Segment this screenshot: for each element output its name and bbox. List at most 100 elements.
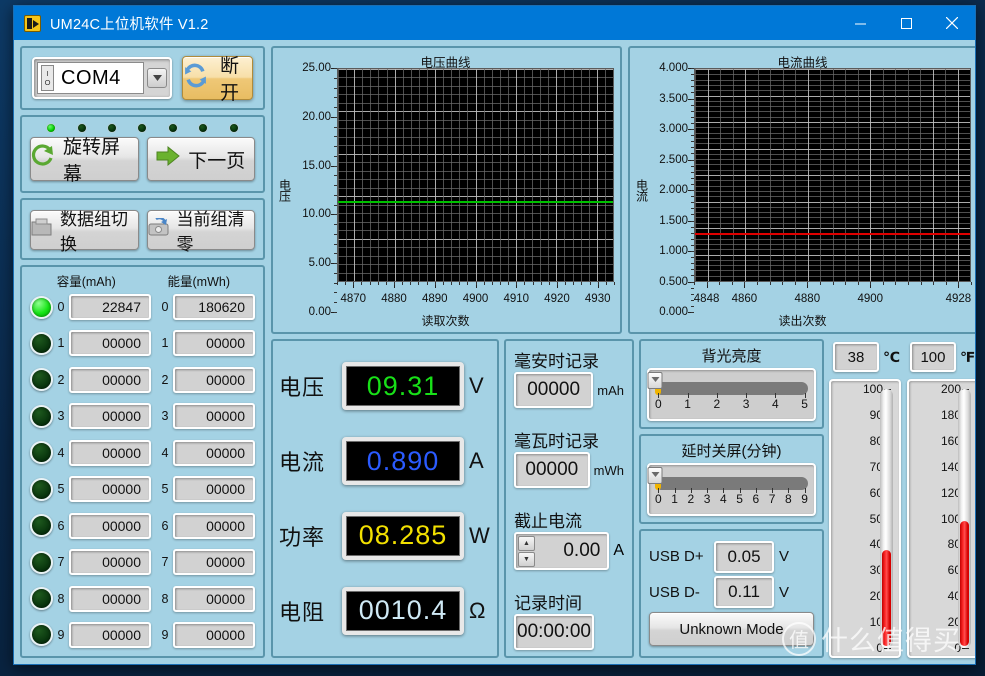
navigation-panel: 旋转屏幕 下一页 <box>20 115 265 193</box>
y-tick-label: 20.00 <box>302 110 331 123</box>
backlight-title: 背光亮度 <box>701 348 762 365</box>
spinner-down-icon[interactable]: ▼ <box>518 551 535 567</box>
voltage-plot[interactable] <box>337 68 614 282</box>
chevron-down-icon[interactable] <box>147 68 167 88</box>
group-index-energy: 7 <box>161 555 169 570</box>
group-energy-value: 00000 <box>173 476 255 503</box>
group-capacity-value: 00000 <box>69 585 151 612</box>
screensaver-title: 延时关屏(分钟) <box>681 443 782 460</box>
backlight-slider-thumb[interactable] <box>647 372 663 389</box>
disconnect-label: 断开 <box>220 56 240 104</box>
charts-area: 电压曲线 电压 0.00 5.00 10.00 15.00 20.00 25.00 487… <box>271 46 975 334</box>
x-tick-label: 4930 <box>584 293 611 305</box>
group-capacity-value: 00000 <box>69 549 151 576</box>
meter-value: 0010.4 <box>342 586 464 635</box>
meter-row: 电流 0.890 A <box>279 437 491 486</box>
current-chart-panel: 电流曲线 电流 0.000 0.500 1.000 1.500 2.000 2.500 3.… <box>628 46 975 334</box>
data-group-row: 3 00000 3 00000 <box>30 401 255 431</box>
mah-record-title: 毫安时记录 <box>514 352 599 371</box>
group-led-3 <box>30 404 53 428</box>
group-index: 3 <box>57 409 65 424</box>
fahrenheit-value: 100 <box>909 342 956 372</box>
group-led-7 <box>30 550 53 574</box>
y-tick-label: 0.500 <box>659 275 688 288</box>
voltage-y-axis: 0.00 5.00 10.00 15.00 20.00 25.00 <box>293 62 337 318</box>
mah-record-value: 00000 <box>514 372 594 408</box>
client-area: IO COM4 断开 旋转屏幕 下一页 数据组切换 当前组清零 容量(mAh) … <box>14 40 975 664</box>
group-capacity-value: 00000 <box>69 621 151 648</box>
cutoff-current-title: 截止电流 <box>514 512 582 531</box>
meter-unit: V <box>469 373 484 399</box>
controls-column: 背光亮度 012345 延时关屏(分钟) 0 1 2 3 4 5 6 7 8 9… <box>639 339 824 658</box>
rotate-screen-button[interactable]: 旋转屏幕 <box>30 137 139 185</box>
y-tick-label: 1.000 <box>659 245 688 257</box>
group-led-6 <box>30 514 53 538</box>
close-button[interactable] <box>929 6 975 40</box>
slider-tick-label: 2 <box>714 393 720 417</box>
charging-mode-button[interactable]: Unknown Mode <box>649 612 814 647</box>
backlight-scale: 012345 <box>655 393 808 417</box>
slider-tick-label: 0 <box>655 393 662 417</box>
slider-tick-label: 5 <box>801 393 808 417</box>
slider-tick-label: 0 <box>655 488 662 512</box>
slider-tick-label: 4 <box>720 488 727 512</box>
group-index: 8 <box>57 591 65 606</box>
current-x-axis: 4848 4860 4880 4900 4928 <box>694 282 972 312</box>
switch-data-group-label: 数据组切换 <box>60 210 128 254</box>
group-index: 9 <box>57 627 65 642</box>
slider-tick-label: 3 <box>743 393 749 417</box>
cutoff-current-stepper[interactable]: ▲ ▼ 0.00 <box>514 532 610 570</box>
backlight-slider[interactable]: 012345 <box>647 368 816 421</box>
x-tick-label: 4928 <box>945 293 972 305</box>
chart-trace <box>695 232 970 235</box>
data-group-row: 0 22847 0 180620 <box>30 292 255 322</box>
cutoff-current-unit: A <box>613 542 624 559</box>
com-port-select[interactable]: IO COM4 <box>32 57 172 99</box>
slider-tick-label: 1 <box>684 393 691 417</box>
group-energy-value: 00000 <box>173 366 255 393</box>
screensaver-panel: 延时关屏(分钟) 0123456789 <box>639 434 824 524</box>
io-refnum-icon: IO <box>41 65 54 91</box>
minimize-button[interactable] <box>837 6 883 40</box>
y-tick-label: 15.00 <box>302 159 331 172</box>
slider-tick-label: 3 <box>704 488 710 512</box>
next-page-label: 下一页 <box>188 150 246 172</box>
x-tick-label: 4890 <box>421 293 448 305</box>
disconnect-button[interactable]: 断开 <box>182 56 253 104</box>
spinner-up-icon[interactable]: ▲ <box>518 535 535 551</box>
slider-tick-label: 8 <box>785 488 792 512</box>
status-led-4 <box>167 123 178 133</box>
clear-current-group-button[interactable]: 当前组清零 <box>146 210 255 254</box>
group-index-energy: 3 <box>161 409 169 424</box>
x-tick-label: 4900 <box>462 293 489 305</box>
meter-unit: W <box>469 522 490 548</box>
slider-tick-label: 7 <box>769 488 775 512</box>
energy-column-header: 能量(mWh) <box>167 275 231 289</box>
window-title: UM24C上位机软件 V1.2 <box>50 16 209 33</box>
current-plot[interactable] <box>694 68 971 282</box>
group-index-energy: 6 <box>161 518 169 533</box>
record-panel: 毫安时记录 00000 mAh 毫瓦时记录 00000 mWh 截止电流 ▲ ▼… <box>504 339 634 658</box>
group-energy-value: 00000 <box>173 439 255 466</box>
next-page-button[interactable]: 下一页 <box>146 137 255 181</box>
mwh-record-unit: mWh <box>593 462 624 478</box>
meter-value: 09.31 <box>342 362 464 411</box>
arrow-right-icon <box>156 145 181 173</box>
meter-unit: A <box>469 448 484 474</box>
refresh-icon <box>183 63 208 93</box>
switch-data-group-button[interactable]: 数据组切换 <box>30 210 139 254</box>
data-group-row: 4 00000 4 00000 <box>30 438 255 468</box>
usb-dplus-value: 0.05 <box>714 540 774 573</box>
data-group-rows: 0 22847 0 180620 1 00000 1 00000 2 00000 2 00000 3 00… <box>30 292 255 650</box>
maximize-button[interactable] <box>883 6 929 40</box>
screensaver-slider-thumb[interactable] <box>647 467 663 484</box>
group-index-energy: 1 <box>161 336 169 351</box>
meter-label: 电阻 <box>279 599 326 625</box>
meter-label: 功率 <box>279 524 326 550</box>
group-led-1 <box>30 331 53 355</box>
fahrenheit-thermometer: 200 180 160 140 120 100 80 60 40 20 0 <box>907 379 975 658</box>
slider-tick-label: 1 <box>671 488 678 512</box>
y-tick-label: 4.000 <box>659 62 688 74</box>
screensaver-slider[interactable]: 0123456789 <box>647 463 816 516</box>
voltage-chart-panel: 电压曲线 电压 0.00 5.00 10.00 15.00 20.00 25.00 487… <box>271 46 622 334</box>
